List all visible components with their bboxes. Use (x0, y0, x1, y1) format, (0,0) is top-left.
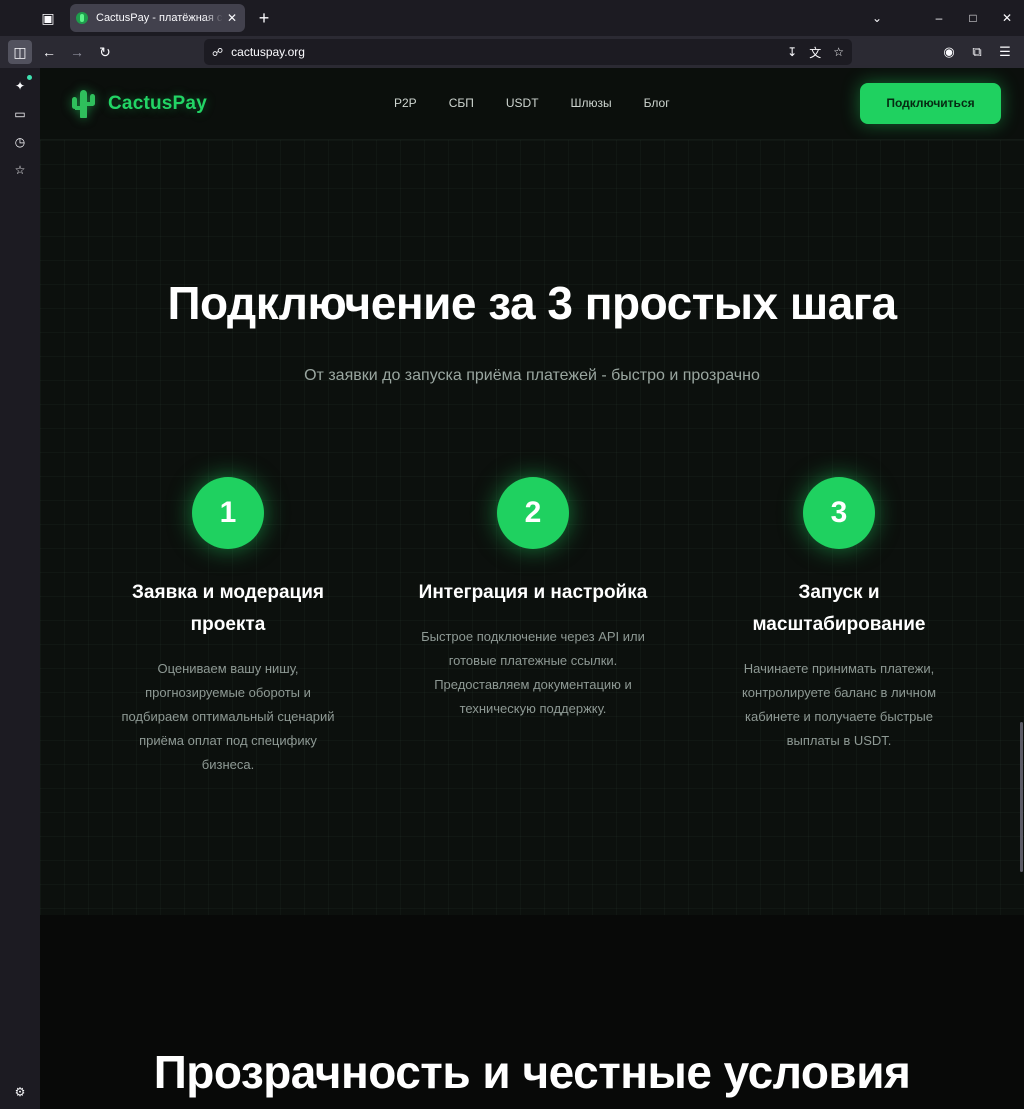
sidebar-toggle-icon[interactable]: ◫ (8, 40, 32, 64)
site-header: CactusPay P2P СБП USDT Шлюзы Блог Подклю… (40, 68, 1024, 140)
step-description: Начинаете принимать платежи, контролируе… (741, 661, 937, 748)
url-text[interactable]: cactuspay.org (231, 45, 775, 59)
window-controls: ⌄ – □ ✕ (860, 0, 1024, 36)
account-icon[interactable]: ◉ (938, 40, 960, 64)
nav-item-blog[interactable]: Блог (644, 96, 670, 110)
toolbar-right: ◉ ⧉ ☰ (938, 40, 1016, 64)
browser-sidebar: ✦ ▭ ◷ ☆ ⚙ (0, 68, 40, 1109)
nav-item-sbp[interactable]: СБП (449, 96, 474, 110)
step-card: 3 Запуск и масштабирование Начинаете при… (719, 477, 959, 753)
plus-icon[interactable]: + (254, 8, 274, 28)
step-card: 1 Заявка и модерация проекта Оцениваем в… (108, 477, 348, 777)
nav-item-usdt[interactable]: USDT (506, 96, 539, 110)
site-logo[interactable]: CactusPay (70, 90, 207, 118)
web-page: CactusPay P2P СБП USDT Шлюзы Блог Подклю… (40, 68, 1024, 1109)
tab-title: CactusPay - платёжная система (96, 12, 223, 24)
steps-subtitle: От заявки до запуска приёма платежей - б… (304, 367, 760, 384)
star-icon[interactable]: ☆ (833, 45, 844, 59)
hamburger-icon[interactable]: ☰ (994, 40, 1016, 64)
step-title: Заявка и модерация проекта (132, 582, 324, 635)
puzzle-icon[interactable]: ⧉ (966, 40, 988, 64)
steps-title: Подключение за 3 простых шага (167, 277, 897, 329)
chevron-down-icon[interactable]: ⌄ (860, 0, 894, 36)
nav-item-gateways[interactable]: Шлюзы (571, 96, 612, 110)
cactus-favicon-icon (76, 12, 88, 24)
url-bar[interactable]: ☍ cactuspay.org ↧ 文 ☆ (204, 39, 852, 65)
connect-button[interactable]: Подключиться (860, 83, 1001, 124)
arrow-right-icon[interactable]: → (65, 40, 89, 64)
shield-icon[interactable]: ☍ (212, 46, 223, 59)
browser-tabbar: ▣ CactusPay - платёжная система ✕ + ⌄ – … (0, 0, 1024, 36)
transparency-section: Прозрачность и честные условия (40, 915, 1024, 1109)
transparency-title: Прозрачность и честные условия (153, 1046, 911, 1098)
step-number-badge: 2 (497, 477, 569, 549)
reload-icon[interactable]: ↻ (93, 40, 117, 64)
cactus-icon (70, 90, 96, 118)
step-description: Оцениваем вашу нишу, прогнозируемые обор… (121, 661, 335, 772)
steps-section: Подключение за 3 простых шага От заявки … (40, 140, 1024, 915)
minimize-icon[interactable]: – (922, 0, 956, 36)
arrow-left-icon[interactable]: ← (37, 40, 61, 64)
browser-navbar: ◫ ← → ↻ ☍ cactuspay.org ↧ 文 ☆ ◉ ⧉ ☰ (0, 36, 1024, 68)
step-title: Запуск и масштабирование (752, 582, 926, 635)
step-number-badge: 3 (803, 477, 875, 549)
notification-dot (27, 75, 32, 80)
step-number-badge: 1 (192, 477, 264, 549)
step-description: Быстрое подключение через API или готовы… (421, 629, 645, 716)
window-close-icon[interactable]: ✕ (990, 0, 1024, 36)
close-icon[interactable]: ✕ (225, 11, 239, 25)
maximize-icon[interactable]: □ (956, 0, 990, 36)
logo-text: CactusPay (108, 93, 207, 114)
browser-tab-active[interactable]: CactusPay - платёжная система ✕ (70, 4, 245, 32)
nav-item-p2p[interactable]: P2P (394, 96, 417, 110)
page-scrollbar[interactable] (1020, 722, 1023, 872)
synced-tabs-icon[interactable]: ▭ (10, 104, 30, 124)
main-nav: P2P СБП USDT Шлюзы Блог (394, 96, 670, 110)
step-card: 2 Интеграция и настройка Быстрое подключ… (413, 477, 653, 721)
translate-icon[interactable]: 文 (809, 44, 821, 61)
gear-icon[interactable]: ⚙ (10, 1082, 30, 1102)
step-title: Интеграция и настройка (418, 582, 648, 603)
download-icon[interactable]: ↧ (787, 45, 797, 59)
history-icon[interactable]: ◷ (10, 132, 30, 152)
bookmarks-icon[interactable]: ☆ (10, 160, 30, 180)
tab-list-icon[interactable]: ▣ (38, 8, 58, 28)
